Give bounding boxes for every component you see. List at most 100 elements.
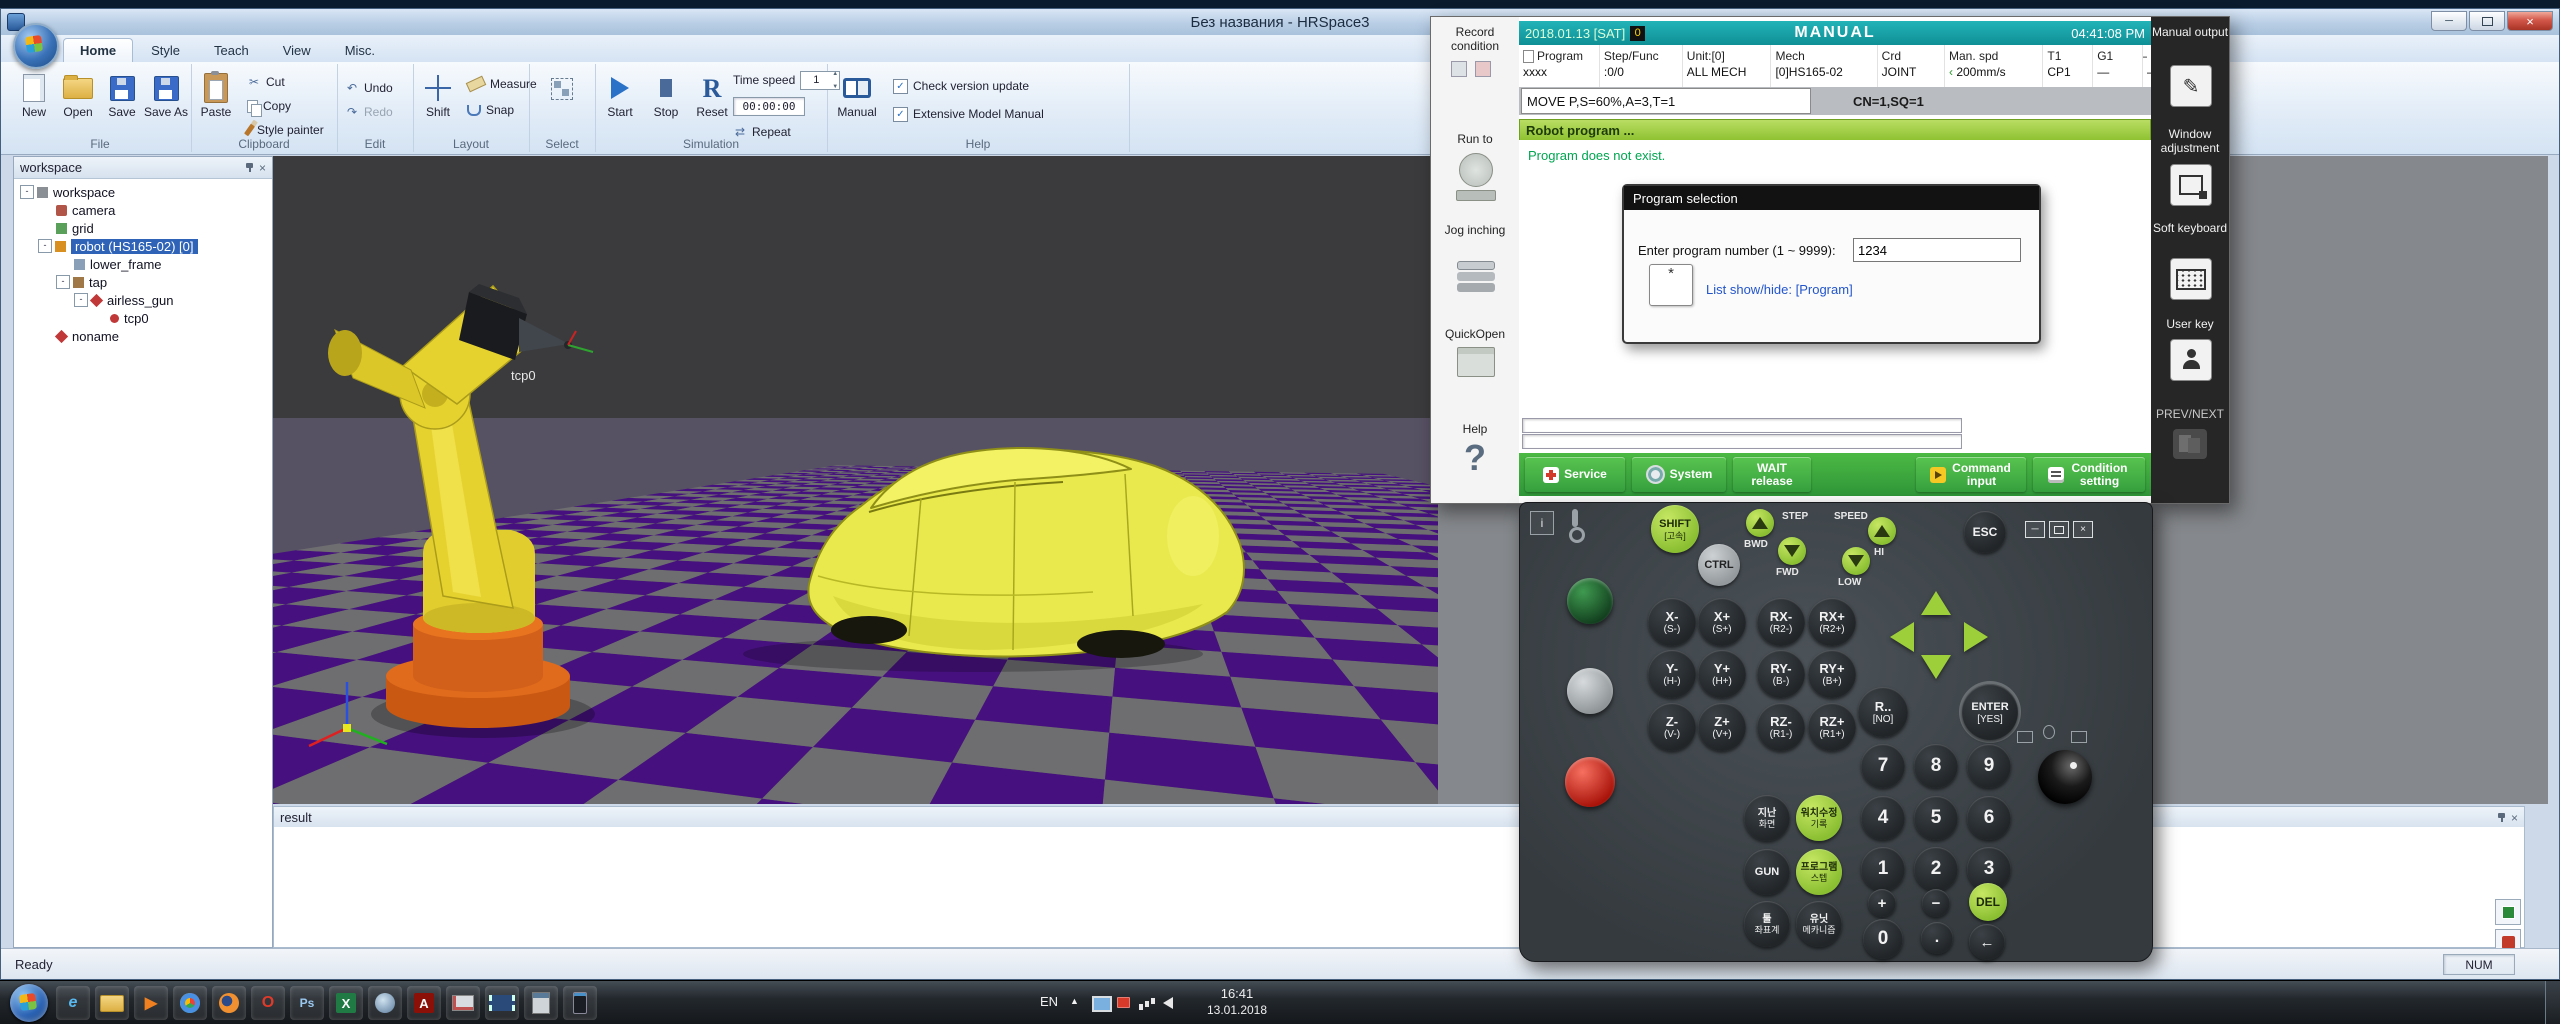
pendant-menu-manspd[interactable]: Man. spd ‹ 200mm/s [1945,45,2044,87]
tray-volume-icon[interactable] [1163,997,1173,1009]
taskbar-icon-media-player-2[interactable] [368,986,402,1020]
shift-button[interactable]: Shift [415,70,461,119]
pendant-menu-stepfunc[interactable]: Step/Func:0/0 [1600,45,1683,87]
program-step-button[interactable]: 프로그램 스텝 [1796,849,1842,895]
unit-mechanism-button[interactable]: 유닛 메카니즘 [1796,901,1842,947]
digit-7-button[interactable]: 7 [1861,744,1905,788]
manual-button[interactable]: Manual [831,70,883,119]
dpad-right-button[interactable] [1964,622,1988,652]
speed-hi-button[interactable] [1868,517,1896,545]
digit-0-button[interactable]: 0 [1863,919,1903,959]
record-icon-1[interactable] [1451,61,1467,77]
tree-item-tap[interactable]: - tap [14,273,272,291]
esc-button[interactable]: ESC [1964,511,2006,553]
hook-toggle-icon[interactable] [1569,509,1585,543]
digit-8-button[interactable]: 8 [1914,744,1958,788]
digit-9-button[interactable]: 9 [1967,744,2011,788]
tab-style[interactable]: Style [135,39,196,62]
digit-1-button[interactable]: 1 [1861,847,1905,891]
dot-button[interactable]: . [1921,922,1953,954]
taskbar-icon-media-player[interactable]: ▶ [134,986,168,1020]
run-to-stamp-icon[interactable] [1456,153,1496,203]
panel-close-icon[interactable]: × [259,162,266,174]
backspace-button[interactable]: ← [1969,924,2005,960]
taskbar-icon-acrobat[interactable]: A [407,986,441,1020]
user-key-button[interactable]: User key [2151,317,2229,331]
tree-item-airless-gun[interactable]: - airless_gun [14,291,272,309]
pendant-menu-g1[interactable]: G1— [2093,45,2143,87]
stop-button[interactable]: Stop [643,70,689,119]
pendant-menu-mech[interactable]: Mech [0]HS165-02 [1771,45,1878,87]
dialog-title[interactable]: Program selection [1624,186,2039,210]
tree-item-noname[interactable]: noname [14,327,272,345]
jog-inching-button[interactable]: Jog inching [1431,223,1519,237]
record-icon-2[interactable] [1475,61,1491,77]
start-button[interactable] [10,984,48,1022]
pin-icon[interactable] [2497,812,2507,823]
taskbar-icon-video-editor[interactable] [485,986,519,1020]
dpad-up-button[interactable] [1921,591,1951,615]
quickopen-button[interactable]: QuickOpen [1431,327,1519,341]
viewport-3d-scene[interactable] [273,156,1438,804]
jog-y-minus-button[interactable]: Y- (H-) [1648,650,1696,698]
fwd-button[interactable] [1778,537,1806,565]
copy-button[interactable]: Copy [247,96,291,117]
tree-item-grid[interactable]: grid [14,219,272,237]
soft-keyboard-button[interactable]: Soft keyboard [2151,221,2229,235]
tool-coordinate-button[interactable]: 툴 좌표계 [1744,901,1790,947]
tray-clock[interactable]: 16:41 13.01.2018 [1188,985,1286,1019]
dialog-option-button[interactable]: * [1649,264,1693,306]
tree-item-robot[interactable]: - robot (HS165-02) [0] [14,237,272,255]
expander-icon[interactable]: - [20,185,34,199]
manual-output-button[interactable]: Manual output [2151,25,2229,39]
previous-screen-button[interactable]: 지난 화면 [1744,795,1790,841]
close-button[interactable]: × [2507,11,2553,31]
window-adjustment-button[interactable]: Window adjustment [2151,127,2229,155]
dpad-left-button[interactable] [1890,622,1914,652]
record-condition-button[interactable]: Record condition [1431,25,1519,53]
panel-close-icon[interactable]: × [2511,812,2518,824]
tree-item-lower-frame[interactable]: lower_frame [14,255,272,273]
start-button[interactable]: Start [597,70,643,119]
tray-expand-caret[interactable]: ▲ [1070,996,1079,1006]
enter-yes-button[interactable]: ENTER [YES] [1962,684,2018,740]
minimize-button[interactable]: ─ [2431,11,2467,31]
redo-button[interactable]: ↷ Redo [345,102,393,122]
show-desktop-button[interactable] [2545,981,2560,1024]
tab-view[interactable]: View [267,39,327,62]
dpad-down-button[interactable] [1921,655,1951,679]
list-show-hide-link[interactable]: List show/hide: [Program] [1706,282,1853,297]
language-indicator[interactable]: EN [1040,994,1058,1009]
taskbar-icon-calculator[interactable] [524,986,558,1020]
bwd-button[interactable] [1746,509,1774,537]
jog-ry-minus-button[interactable]: RY- (B-) [1757,650,1805,698]
snap-button[interactable]: Snap [467,100,514,120]
emergency-stop-button[interactable] [1565,757,1615,807]
tree-item-camera[interactable]: camera [14,201,272,219]
help-question-icon[interactable]: ? [1431,437,1519,479]
pendant-input-bar-1[interactable] [1522,418,1962,433]
digit-6-button[interactable]: 6 [1967,796,2011,840]
jog-inching-icon[interactable] [1457,261,1495,270]
tray-action-center-flag-icon[interactable] [1117,997,1130,1008]
prev-next-button[interactable]: PREV/NEXT [2151,407,2229,421]
gun-button[interactable]: GUN [1744,849,1790,895]
tray-display-icon[interactable] [1092,996,1112,1012]
reset-button[interactable]: R Reset [689,70,735,119]
run-to-button[interactable]: Run to [1431,132,1519,146]
taskbar-icon-internet-explorer[interactable]: e [56,986,90,1020]
undo-button[interactable]: ↶ Undo [345,78,393,98]
jog-z-minus-button[interactable]: Z- (V-) [1648,703,1696,751]
r-no-button[interactable]: R.. [NO] [1858,687,1908,737]
del-button[interactable]: DEL [1969,883,2007,921]
taskbar-icon-paint[interactable] [446,986,480,1020]
program-number-input[interactable] [1853,238,2021,262]
condition-setting-button[interactable]: Condition setting [2033,457,2145,492]
quickopen-icon[interactable] [1457,347,1495,377]
taskbar-icon-photoshop[interactable]: Ps [290,986,324,1020]
service-button[interactable]: Service [1525,457,1625,492]
minus-button[interactable]: − [1922,889,1950,917]
prev-next-pages-icon[interactable] [2173,429,2207,459]
open-button[interactable]: Open [55,70,101,119]
taskbar-icon-opera[interactable]: O [251,986,285,1020]
